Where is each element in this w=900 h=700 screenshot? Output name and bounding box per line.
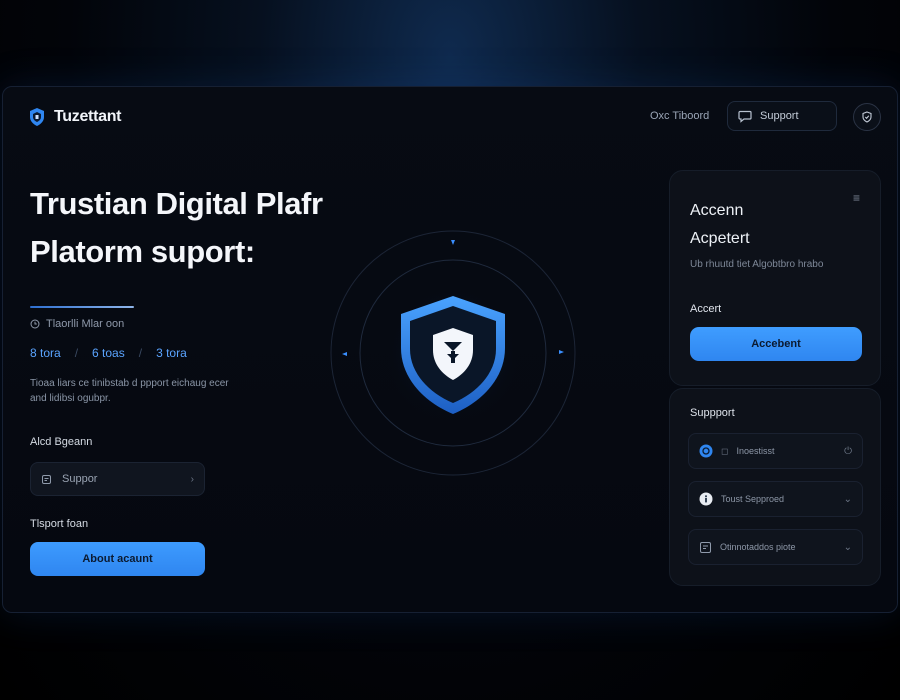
document-icon [700,541,711,553]
stat-item: 3 tora [156,346,187,360]
accept-button[interactable]: Accebent [690,327,862,361]
globe-icon [699,444,713,458]
stat-item: 8 tora [30,346,61,360]
account-panel-title-line2: Acpetert [690,230,750,247]
hero-meta: Tlaorlli Mlar oon [30,318,124,330]
account-panel-title-line1: Accenn [690,202,744,219]
power-icon: ⏻ [844,445,852,457]
orbit-marker [559,350,564,354]
shield-logo-icon [30,108,44,126]
support-select-value: Suppor [62,473,98,485]
support-button[interactable]: Support [727,101,837,131]
support-button-label: Support [760,110,799,122]
security-shield-illustration [330,230,576,476]
support-row-label: Toust Sepproed [721,494,785,504]
shield-check-icon [862,111,872,123]
support-row[interactable]: Toust Sepproed ⌄ [688,481,863,517]
clock-icon [30,319,40,329]
support-row[interactable]: Otinnotaddos piote ⌄ [688,529,863,565]
brand[interactable]: Tuzettant [28,107,122,127]
stat-separator: / [138,346,143,360]
support-row[interactable]: ◻ Inoestisst ⏻ [688,433,863,469]
support-panel: Suppport ◻ Inoestisst ⏻ Toust Sepproed ⌄… [669,388,881,586]
hero-title-line1: Trustian Digital Plafr [30,186,323,221]
account-panel-subtitle: Ub rhuutd tiet Algobtbro hrabo [690,259,824,270]
account-panel-label: Accert [690,303,722,315]
select-label: Alcd Bgeann [30,436,93,448]
chevron-down-icon: ⌄ [843,493,852,505]
about-account-button[interactable]: About acaunt [30,542,205,576]
shield-check-button[interactable] [853,103,881,131]
info-icon [699,492,713,506]
stat-item: 6 toas [92,346,125,360]
orbit-marker [342,352,347,356]
account-panel: Accenn Acpetert ≡ Ub rhuutd tiet Algobtb… [669,170,881,386]
stat-separator: / [74,346,79,360]
section-label: Tlsport foan [30,518,89,530]
support-row-label: Inoestisst [736,446,775,456]
chevron-down-icon: ⌄ [843,541,852,553]
row-dot: ◻ [721,445,729,456]
support-panel-title: Suppport [690,407,735,419]
list-menu-icon[interactable]: ≡ [853,191,860,205]
chevron-right-icon: › [190,473,194,485]
hero-stats: 8 tora / 6 toas / 3 tora [30,346,187,360]
header-nav-link[interactable]: Oxc Tiboord [650,110,709,122]
account-panel-title: Accenn Acpetert [690,197,750,253]
title-divider [30,306,134,308]
hero-title: Trustian Digital Plafr Platorm suport: [30,180,323,276]
chat-bubble-icon [738,110,752,123]
document-icon [42,474,51,484]
support-select[interactable]: Suppor › [30,462,205,496]
hero-title-line2: Platorm suport: [30,234,255,269]
brand-name: Tuzettant [54,108,122,125]
orbit-marker [451,240,455,245]
hero-description: Tioaa liars ce tinibstab d ppport eichau… [30,378,229,404]
hero-meta-text: Tlaorlli Mlar oon [46,318,125,330]
support-row-label: Otinnotaddos piote [720,542,796,552]
